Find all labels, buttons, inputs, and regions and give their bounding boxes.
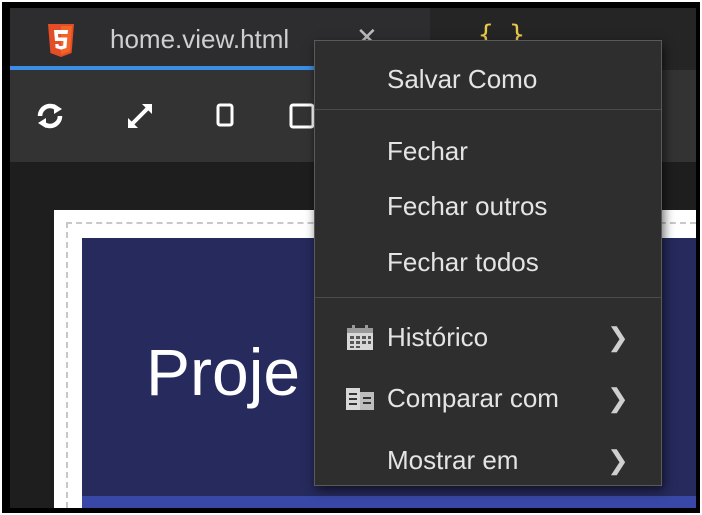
chevron-right-icon: ❯ [607,322,629,352]
menu-item-salvar-como[interactable]: Salvar Como [315,55,661,103]
tab-context-menu: Salvar Como Fechar Fechar outros Fechar … [314,40,662,486]
menu-item-comparar-com[interactable]: Comparar com ❯ [315,374,661,422]
menu-item-label: Fechar todos [387,247,539,277]
phone-icon[interactable] [208,98,244,134]
compare-icon [346,388,374,410]
html5-icon [48,24,74,57]
expand-icon[interactable] [122,98,158,134]
chevron-right-icon: ❯ [607,445,629,475]
menu-item-label: Salvar Como [387,64,538,94]
menu-item-fechar[interactable]: Fechar [315,127,661,175]
editor-window: home.view.html ✕ { } Proje Salvar Como F… [10,8,696,508]
calendar-icon [347,325,373,350]
chevron-right-icon: ❯ [607,383,629,413]
menu-separator [315,297,661,298]
menu-item-label: Histórico [387,322,489,352]
refresh-icon[interactable] [32,98,68,134]
menu-item-label: Mostrar em [387,445,519,475]
tab-title: home.view.html [110,24,290,54]
menu-item-label: Fechar outros [387,191,548,221]
preview-banner-stripe [82,496,696,508]
menu-item-historico[interactable]: Histórico ❯ [315,313,661,361]
preview-heading: Proje [146,335,301,409]
menu-item-label: Fechar [387,136,468,166]
menu-item-fechar-outros[interactable]: Fechar outros [315,182,661,230]
menu-separator [315,109,661,110]
menu-item-label: Comparar com [387,383,559,413]
menu-item-mostrar-em[interactable]: Mostrar em ❯ [315,436,661,484]
menu-item-fechar-todos[interactable]: Fechar todos [315,238,661,286]
